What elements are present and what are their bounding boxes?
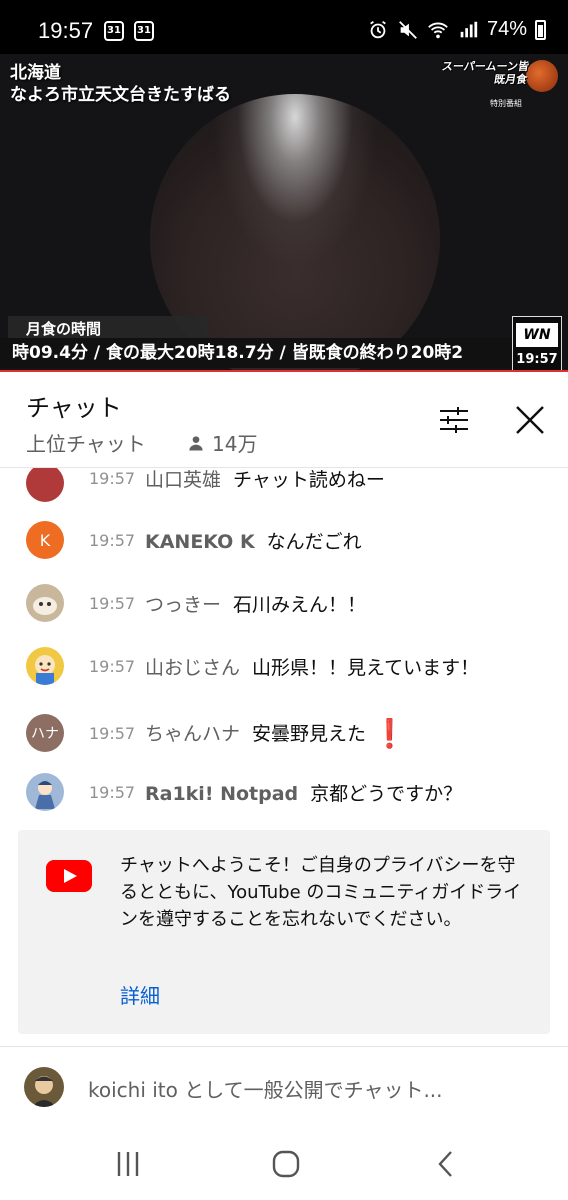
message-author[interactable]: Ra1ki! Notpad bbox=[145, 783, 298, 805]
message-text: 京都どうですか？ bbox=[310, 782, 463, 805]
location-line1: 北海道 bbox=[10, 63, 61, 83]
chat-message: 19:57 Ra1ki! Notpad 京都どうですか？ bbox=[0, 772, 568, 812]
video-ticker: 時09.4分 / 食の最大20時18.7分 / 皆既食の終わり20時2 bbox=[0, 338, 512, 368]
message-author[interactable]: つっきー bbox=[145, 594, 221, 616]
message-time: 19:57 bbox=[89, 656, 136, 676]
user-avatar bbox=[24, 1067, 64, 1107]
signal-icon bbox=[460, 21, 478, 37]
back-icon[interactable] bbox=[426, 1146, 466, 1182]
message-author[interactable]: KANEKO K bbox=[145, 531, 255, 553]
chat-message: 19:57 山口英雄 チャット読めねー bbox=[0, 468, 568, 502]
video-player[interactable]: 北海道 なよろ市立天文台きたすばる スーパームーン皆既月食 特別番組 月食の時間… bbox=[0, 54, 568, 372]
message-text: 石川みえん！！ bbox=[233, 593, 367, 616]
battery-icon bbox=[535, 19, 546, 40]
chat-input[interactable]: koichi ito として一般公開でチャット... bbox=[88, 1074, 443, 1103]
message-body: 山おじさん 山形県！！見えています！ bbox=[145, 653, 479, 680]
close-icon[interactable] bbox=[514, 404, 546, 436]
alarm-icon bbox=[370, 20, 386, 38]
details-link[interactable]: 詳細 bbox=[120, 980, 160, 1009]
person-icon bbox=[189, 435, 203, 450]
chat-title: チャット bbox=[26, 394, 122, 422]
message-time: 19:57 bbox=[89, 593, 136, 613]
recent-apps-icon[interactable] bbox=[108, 1146, 148, 1182]
chat-message: 19:57 山おじさん 山形県！！見えています！ bbox=[0, 646, 568, 686]
chat-messages[interactable]: 19:57 山口英雄 チャット読めねー K 19:57 KANEKO K なんだごれ… bbox=[0, 468, 568, 1046]
message-body: ちゃんハナ 安曇野見えた ❗ bbox=[145, 717, 407, 750]
chat-header: チャット 上位チャット 14万 bbox=[0, 372, 568, 468]
message-author[interactable]: 山口英雄 bbox=[145, 469, 221, 491]
chat-message: K 19:57 KANEKO K なんだごれ bbox=[0, 520, 568, 560]
message-time: 19:57 bbox=[89, 723, 136, 743]
message-time: 19:57 bbox=[89, 468, 136, 488]
chat-message: ハナ 19:57 ちゃんハナ 安曇野見えた ❗ bbox=[0, 713, 568, 753]
message-body: Ra1ki! Notpad 京都どうですか？ bbox=[145, 779, 462, 806]
message-text: なんだごれ bbox=[266, 530, 362, 553]
avatar-image bbox=[35, 655, 55, 685]
welcome-notice: チャットへようこそ！ご自身のプライバシーを守るとともに、YouTube のコミュ… bbox=[18, 830, 550, 1034]
avatar-image bbox=[33, 597, 57, 615]
mute-icon bbox=[399, 20, 417, 39]
chat-input-bar[interactable]: koichi ito として一般公開でチャット... bbox=[0, 1046, 568, 1126]
viewer-count-value: 14万 bbox=[212, 432, 258, 456]
youtube-logo-icon bbox=[46, 860, 92, 892]
avatar[interactable]: ハナ bbox=[26, 714, 64, 752]
welcome-text: チャットへようこそ！ご自身のプライバシーを守るとともに、YouTube のコミュ… bbox=[120, 855, 522, 930]
message-text: 安曇野見えた bbox=[252, 722, 367, 745]
program-logo-icon bbox=[526, 60, 558, 92]
system-navigation-bar bbox=[0, 1126, 568, 1200]
program-logo-sub: 特別番組 bbox=[490, 99, 522, 108]
wifi-icon bbox=[428, 22, 448, 38]
exclamation-emoji: ❗ bbox=[372, 716, 407, 750]
viewer-count: 14万 bbox=[186, 428, 257, 457]
message-body: KANEKO K なんだごれ bbox=[145, 527, 362, 554]
avatar[interactable] bbox=[26, 584, 64, 622]
avatar[interactable] bbox=[26, 647, 64, 685]
avatar[interactable] bbox=[26, 468, 64, 502]
filter-icon[interactable] bbox=[438, 404, 470, 436]
video-location: 北海道 なよろ市立天文台きたすばる bbox=[10, 62, 231, 106]
channel-logo: WN bbox=[516, 323, 558, 347]
message-author[interactable]: 山おじさん bbox=[145, 657, 240, 679]
message-body: 山口英雄 チャット読めねー bbox=[145, 468, 385, 492]
avatar-image bbox=[24, 1067, 64, 1107]
calendar-icon: 31 bbox=[104, 21, 124, 41]
message-time: 19:57 bbox=[89, 530, 136, 550]
avatar[interactable] bbox=[26, 773, 64, 811]
message-body: つっきー 石川みえん！！ bbox=[145, 590, 366, 617]
status-time: 19:57 bbox=[38, 18, 94, 43]
channel-badge: WN 19:57 bbox=[512, 316, 562, 372]
avatar-image bbox=[35, 781, 55, 809]
calendar-icon: 31 bbox=[134, 21, 154, 41]
message-time: 19:57 bbox=[89, 782, 136, 802]
message-text: チャット読めねー bbox=[233, 468, 385, 491]
chat-message: 19:57 つっきー 石川みえん！！ bbox=[0, 583, 568, 623]
home-icon[interactable] bbox=[266, 1146, 306, 1182]
battery-percent: 74% bbox=[486, 18, 527, 40]
status-bar: 19:57 31 31 74% bbox=[0, 0, 568, 62]
location-line2: なよろ市立天文台きたすばる bbox=[10, 85, 231, 105]
channel-time: 19:57 bbox=[516, 352, 558, 367]
program-logo: スーパームーン皆既月食 bbox=[440, 60, 530, 86]
avatar[interactable]: K bbox=[26, 521, 64, 559]
message-text: 山形県！！見えています！ bbox=[252, 656, 480, 679]
message-author[interactable]: ちゃんハナ bbox=[145, 723, 240, 745]
chat-mode-selector[interactable]: 上位チャット bbox=[26, 428, 146, 457]
